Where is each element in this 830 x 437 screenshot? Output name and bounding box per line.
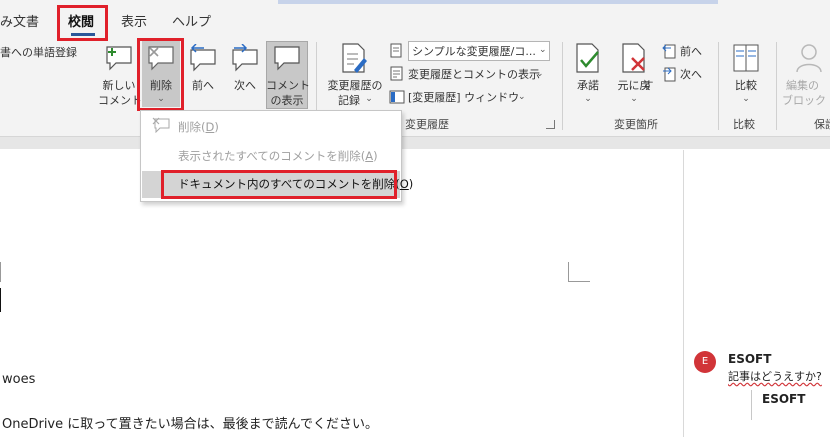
delete-highlight-box [137,38,184,111]
reply-author: ESOFT [762,392,806,406]
chevron-down-icon: ⌄ [365,94,373,104]
reviewing-pane-button[interactable]: [変更履歴] ウィンドウ [408,90,519,105]
ruler-band [0,137,830,149]
compare-label[interactable]: 比較 [728,78,764,93]
chevron-down-icon: ⌄ [630,94,638,104]
margin-corner-mark [568,262,590,282]
chevron-down-icon: ⌄ [536,69,544,79]
new-comment-icon[interactable] [104,44,134,72]
show-markup-icon [389,66,405,82]
accept-label[interactable]: 承諾 [570,78,606,93]
menu-item-delete: 削除(D) [178,120,219,134]
new-comment-label-1[interactable]: 新しい [100,78,138,93]
group-label-changes: 変更箇所 [614,118,658,131]
show-comments-label-2: の表示 [270,94,304,107]
next-change-button[interactable]: 次へ [680,67,702,82]
dialog-launcher-icon[interactable] [546,120,555,129]
chevron-down-icon: ⌄ [584,94,592,104]
menu-item-delete-shown: 表示されたすべてのコメントを削除(A) [178,149,378,163]
comment-text[interactable]: 記事はどうえすか? [728,368,822,384]
comment-author: ESOFT [728,352,772,366]
block-authors-label-2: ブロック [782,94,826,107]
menu-item-label: 削除 [178,120,201,134]
group-label-tracking: 変更履歴 [405,118,449,131]
accept-icon[interactable] [574,42,602,74]
avatar: E [694,351,716,373]
block-authors-label-1: 編集の [786,79,819,92]
previous-change-button[interactable]: 前へ [680,44,702,59]
compare-icon[interactable] [732,42,760,74]
comment-pane-divider [683,150,684,437]
tab-review-highlight-box [57,5,108,41]
track-changes-label-1[interactable]: 変更履歴の [322,78,388,93]
show-markup-button[interactable]: 変更履歴とコメントの表示 [408,67,540,82]
menu-item-label: 表示されたすべてのコメントを削除 [178,149,361,163]
block-authors-icon [794,42,824,74]
chevron-down-icon: ⌄ [539,45,547,55]
delete-comment-icon [152,117,170,134]
menu-item-accelerator: A [365,149,374,163]
chevron-down-icon: ⌄ [518,92,526,102]
tab-mailings[interactable]: み文書 [0,12,39,34]
next-comment-icon[interactable] [230,43,260,72]
next-change-icon [662,66,678,82]
group-label-protect: 保護 [814,118,830,131]
delete-all-highlight-box [161,170,397,199]
show-comments-icon [272,44,302,72]
previous-comment-label[interactable]: 前へ [186,78,220,93]
new-comment-label-2[interactable]: コメント [98,93,142,108]
document-line: woes [2,372,36,387]
reply-thread-line [751,390,752,420]
title-bar-strip [278,0,718,4]
margin-corner-mark-left [0,262,1,282]
track-changes-icon[interactable] [340,42,368,74]
reject-icon[interactable] [620,42,648,74]
group-separator [562,42,563,130]
menu-item-accelerator: O [399,177,409,191]
previous-change-icon [662,43,678,59]
group-separator [776,42,777,130]
document-page[interactable] [0,149,830,437]
text-cursor [0,288,1,312]
reject-label-2[interactable]: す [640,78,656,93]
reviewing-pane-icon [389,89,405,105]
tab-view[interactable]: 表示 [121,12,147,34]
document-line: OneDrive に取って置きたい場合は、最後まで読んでください。 [2,417,378,432]
markup-display-icon [389,43,405,59]
menu-item-accelerator: D [205,120,215,134]
track-changes-label-2[interactable]: 記録 [334,93,364,108]
add-word-button[interactable]: 書への単語登録 [0,45,77,60]
group-separator [718,42,719,130]
markup-select-value: シンプルな変更履歴/コ... [412,45,536,58]
previous-comment-icon[interactable] [188,43,218,72]
group-label-compare: 比較 [733,118,755,131]
show-comments-label-1: コメント [266,79,310,92]
tab-help[interactable]: ヘルプ [172,12,211,34]
chevron-down-icon: ⌄ [742,94,750,104]
markup-select[interactable]: シンプルな変更履歴/コ... ⌄ [408,41,550,61]
next-comment-label[interactable]: 次へ [228,78,262,93]
